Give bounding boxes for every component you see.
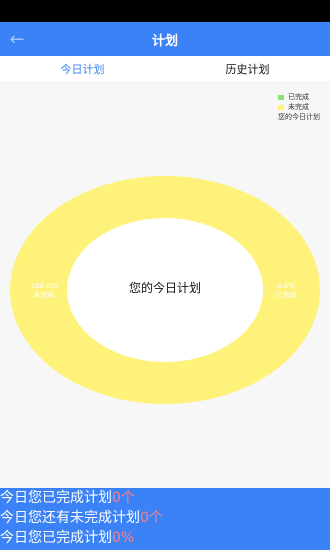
summary-completed-count-label: 今日您已完成计划 [0, 490, 112, 506]
slice-label-completed-name: 已完成 [276, 290, 297, 299]
legend-item-incomplete[interactable]: 未完成 [278, 102, 320, 112]
slice-label-completed-percent: 0.0% [277, 282, 295, 290]
legend-label-plan: 您的今日计划 [278, 113, 320, 121]
tab-history-plan[interactable]: 历史计划 [165, 56, 330, 82]
legend-item-completed[interactable]: 已完成 [278, 92, 320, 102]
summary-completed-percent: 今日您已完成计划0% [0, 528, 330, 548]
slice-label-incomplete-percent: 100.0% [31, 282, 58, 290]
legend-swatch-incomplete [278, 104, 284, 110]
status-bar [0, 0, 330, 22]
chart-center-label: 您的今日计划 [129, 280, 201, 295]
slice-label-incomplete-name: 未完成 [34, 290, 55, 299]
legend-item-plan[interactable]: 您的今日计划 [278, 112, 320, 122]
summary-completed-count-value: 0个 [112, 490, 135, 506]
summary-remaining-count-value: 0个 [140, 510, 163, 526]
tab-bar: 今日计划 历史计划 [0, 56, 330, 83]
summary-completed-percent-value: 0% [112, 530, 135, 546]
donut-chart: 您的今日计划 100.0% 未完成 0.0% 已完成 [10, 176, 320, 404]
chart-area: 已完成 未完成 您的今日计划 您的今日计划 100.0% 未完成 0.0% 已完… [0, 82, 330, 488]
legend-label-completed: 已完成 [288, 93, 309, 101]
summary-completed-percent-label: 今日您已完成计划 [0, 530, 112, 546]
page-title: 计划 [151, 33, 178, 49]
summary-remaining-count-label: 今日您还有未完成计划 [0, 510, 140, 526]
summary-remaining-count: 今日您还有未完成计划0个 [0, 508, 330, 528]
legend-swatch-completed [278, 94, 284, 100]
summary-completed-count: 今日您已完成计划0个 [0, 488, 330, 508]
app-bar: ← 计划 [0, 22, 330, 56]
tab-today-plan[interactable]: 今日计划 [0, 56, 165, 82]
legend-label-incomplete: 未完成 [288, 103, 309, 111]
summary-panel: 今日您已完成计划0个 今日您还有未完成计划0个 今日您已完成计划0% [0, 488, 330, 550]
chart-legend: 已完成 未完成 您的今日计划 [278, 92, 320, 122]
